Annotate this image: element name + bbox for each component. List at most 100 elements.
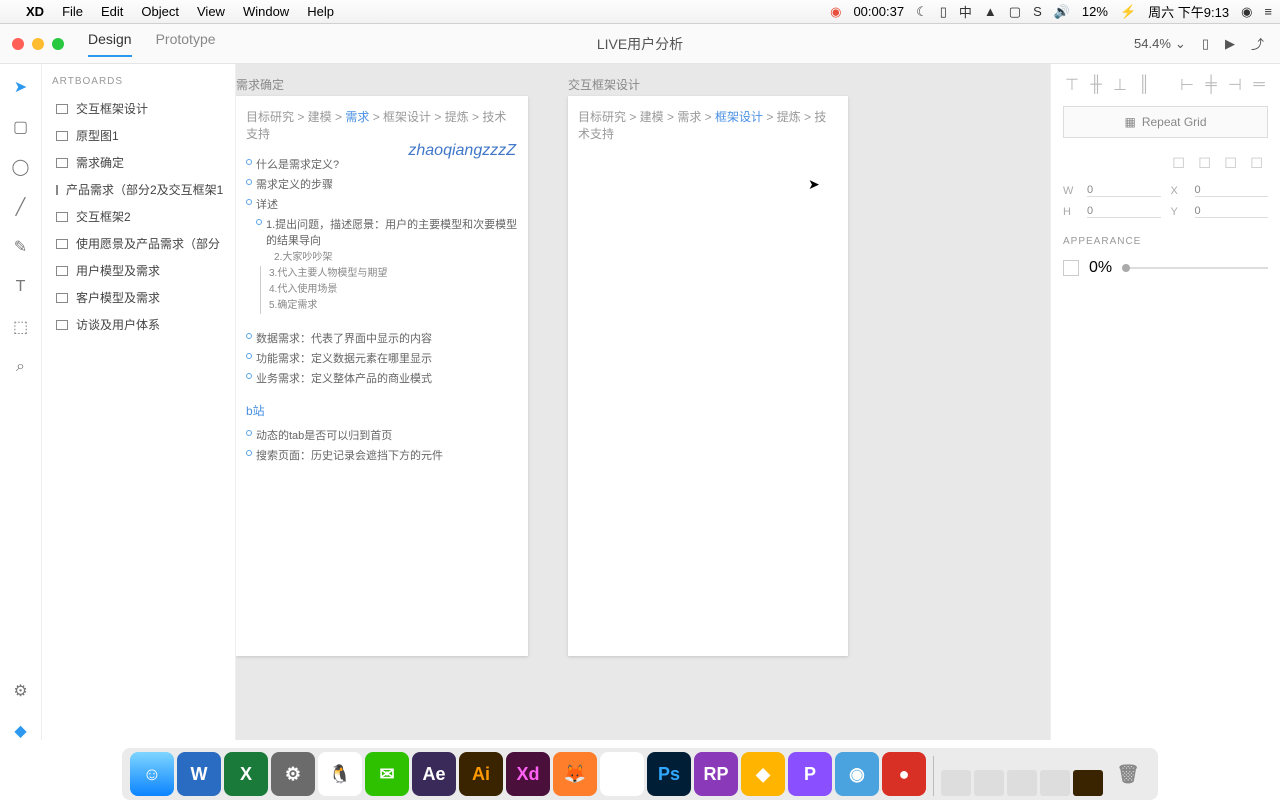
- airplay-icon[interactable]: ▢: [1009, 4, 1021, 20]
- artboard-icon: [56, 266, 68, 276]
- app-toolbar: Design Prototype LIVE用户分析 54.4% ⌄ ▯ ▶ ⤴: [0, 24, 1280, 64]
- input-x[interactable]: [1195, 184, 1269, 197]
- artboard-item[interactable]: 交互框架2: [52, 203, 225, 230]
- dock-wechat-icon[interactable]: ✉: [365, 752, 409, 796]
- align-left-icon[interactable]: ⊢: [1178, 76, 1196, 94]
- line-tool[interactable]: ╱: [12, 198, 30, 216]
- input-height[interactable]: [1087, 205, 1161, 218]
- zoom-tool[interactable]: ⌕: [12, 358, 30, 376]
- menu-help[interactable]: Help: [307, 4, 334, 19]
- ime-icon[interactable]: 中: [959, 2, 972, 21]
- app-name[interactable]: XD: [26, 4, 44, 19]
- app-icon-s[interactable]: S: [1033, 4, 1042, 19]
- wifi-icon[interactable]: ▲: [984, 4, 997, 19]
- notifications-icon[interactable]: ≡: [1264, 4, 1272, 19]
- volume-icon[interactable]: 🔊: [1054, 4, 1070, 20]
- boolean-subtract-icon[interactable]: ◻: [1198, 152, 1216, 170]
- artboard-item[interactable]: 交互框架设计: [52, 95, 225, 122]
- artboard-label[interactable]: 需求确定: [236, 76, 284, 93]
- artboard-item[interactable]: 原型图1: [52, 122, 225, 149]
- battery-icon[interactable]: ⚡: [1120, 4, 1136, 20]
- artboard-icon: [56, 239, 68, 249]
- boolean-exclude-icon[interactable]: ◻: [1250, 152, 1268, 170]
- input-y[interactable]: [1195, 205, 1269, 218]
- align-hcenter-icon[interactable]: ╪: [1202, 76, 1220, 94]
- menu-view[interactable]: View: [197, 4, 225, 19]
- repeat-grid-button[interactable]: ▦ Repeat Grid: [1063, 106, 1268, 138]
- zoom-dropdown[interactable]: 54.4% ⌄: [1134, 36, 1186, 52]
- status-icon-1[interactable]: ☾: [916, 4, 928, 20]
- minimize-window[interactable]: [32, 38, 44, 50]
- artboard-item[interactable]: 产品需求（部分2及交互框架1: [52, 176, 225, 203]
- artboard-item[interactable]: 访谈及用户体系: [52, 311, 225, 338]
- dock-minimized-2[interactable]: [974, 770, 1004, 796]
- dock-chrome-icon[interactable]: ◉: [600, 752, 644, 796]
- artboard-label[interactable]: 交互框架设计: [568, 76, 640, 93]
- siri-icon[interactable]: ◉: [1241, 4, 1252, 20]
- dock-minimized-5[interactable]: [1073, 770, 1103, 796]
- boolean-union-icon[interactable]: ◻: [1172, 152, 1190, 170]
- input-width[interactable]: [1087, 184, 1161, 197]
- dock-record-icon[interactable]: ●: [882, 752, 926, 796]
- canvas[interactable]: 需求确定 目标研究 > 建模 > 需求 > 框架设计 > 提炼 > 技术支持 z…: [236, 64, 1050, 740]
- align-bottom-icon[interactable]: ⊥: [1111, 76, 1129, 94]
- dock-minimized-3[interactable]: [1007, 770, 1037, 796]
- dock-rp-icon[interactable]: RP: [694, 752, 738, 796]
- artboard-1[interactable]: 目标研究 > 建模 > 需求 > 框架设计 > 提炼 > 技术支持 zhaoqi…: [236, 96, 528, 656]
- label-x: X: [1171, 185, 1185, 197]
- dock-minimized-4[interactable]: [1040, 770, 1070, 796]
- text-tool[interactable]: T: [12, 278, 30, 296]
- dock-trash-icon[interactable]: 🗑: [1106, 752, 1150, 796]
- menu-file[interactable]: File: [62, 4, 83, 19]
- mic-icon[interactable]: ▯: [940, 4, 947, 20]
- artboard-tool[interactable]: ⬚: [12, 318, 30, 336]
- dock-settings-icon[interactable]: ⚙: [271, 752, 315, 796]
- dock-app-p-icon[interactable]: P: [788, 752, 832, 796]
- dock-ai-icon[interactable]: Ai: [459, 752, 503, 796]
- artboard-item[interactable]: 用户模型及需求: [52, 257, 225, 284]
- distribute-h-icon[interactable]: ═: [1250, 76, 1268, 94]
- rectangle-tool[interactable]: ▢: [12, 118, 30, 136]
- align-vcenter-icon[interactable]: ╫: [1087, 76, 1105, 94]
- artboard-item[interactable]: 需求确定: [52, 149, 225, 176]
- dock-sketch-icon[interactable]: ◆: [741, 752, 785, 796]
- menu-edit[interactable]: Edit: [101, 4, 123, 19]
- artboard-item[interactable]: 客户模型及需求: [52, 284, 225, 311]
- share-icon[interactable]: ⤴: [1251, 34, 1264, 53]
- dock-excel-icon[interactable]: X: [224, 752, 268, 796]
- close-window[interactable]: [12, 38, 24, 50]
- dock-word-icon[interactable]: W: [177, 752, 221, 796]
- dock-browser-icon[interactable]: ◉: [835, 752, 879, 796]
- record-icon[interactable]: ◉: [830, 4, 841, 20]
- date-time[interactable]: 周六 下午9:13: [1148, 2, 1229, 21]
- artboard-item[interactable]: 使用愿景及产品需求（部分: [52, 230, 225, 257]
- dock-xd-icon[interactable]: Xd: [506, 752, 550, 796]
- zoom-value: 54.4%: [1134, 36, 1171, 51]
- artboard-2[interactable]: 目标研究 > 建模 > 需求 > 框架设计 > 提炼 > 技术支持 ➤: [568, 96, 848, 656]
- boolean-intersect-icon[interactable]: ◻: [1224, 152, 1242, 170]
- maximize-window[interactable]: [52, 38, 64, 50]
- layers-icon[interactable]: ◆: [12, 722, 30, 740]
- ellipse-tool[interactable]: ◯: [12, 158, 30, 176]
- align-right-icon[interactable]: ⊣: [1226, 76, 1244, 94]
- dock-qq-icon[interactable]: 🐧: [318, 752, 362, 796]
- assets-icon[interactable]: ⚙: [12, 682, 30, 700]
- distribute-v-icon[interactable]: ║: [1135, 76, 1153, 94]
- dock-firefox-icon[interactable]: 🦊: [553, 752, 597, 796]
- tab-design[interactable]: Design: [88, 31, 132, 57]
- record-time: 00:00:37: [853, 4, 904, 19]
- menu-object[interactable]: Object: [141, 4, 179, 19]
- tab-prototype[interactable]: Prototype: [156, 31, 216, 57]
- dock-ps-icon[interactable]: Ps: [647, 752, 691, 796]
- play-icon[interactable]: ▶: [1225, 36, 1235, 52]
- dock-ae-icon[interactable]: Ae: [412, 752, 456, 796]
- pen-tool[interactable]: ✎: [12, 238, 30, 256]
- device-preview-icon[interactable]: ▯: [1202, 36, 1209, 52]
- dock-minimized-1[interactable]: [941, 770, 971, 796]
- dock-area: ☺ W X ⚙ 🐧 ✉ Ae Ai Xd 🦊 ◉ Ps RP ◆ P ◉ ● 🗑: [0, 740, 1280, 800]
- dock-finder-icon[interactable]: ☺: [130, 752, 174, 796]
- menu-window[interactable]: Window: [243, 4, 289, 19]
- align-top-icon[interactable]: ⊤: [1063, 76, 1081, 94]
- opacity-slider[interactable]: [1122, 267, 1268, 269]
- select-tool[interactable]: ➤: [12, 78, 30, 96]
